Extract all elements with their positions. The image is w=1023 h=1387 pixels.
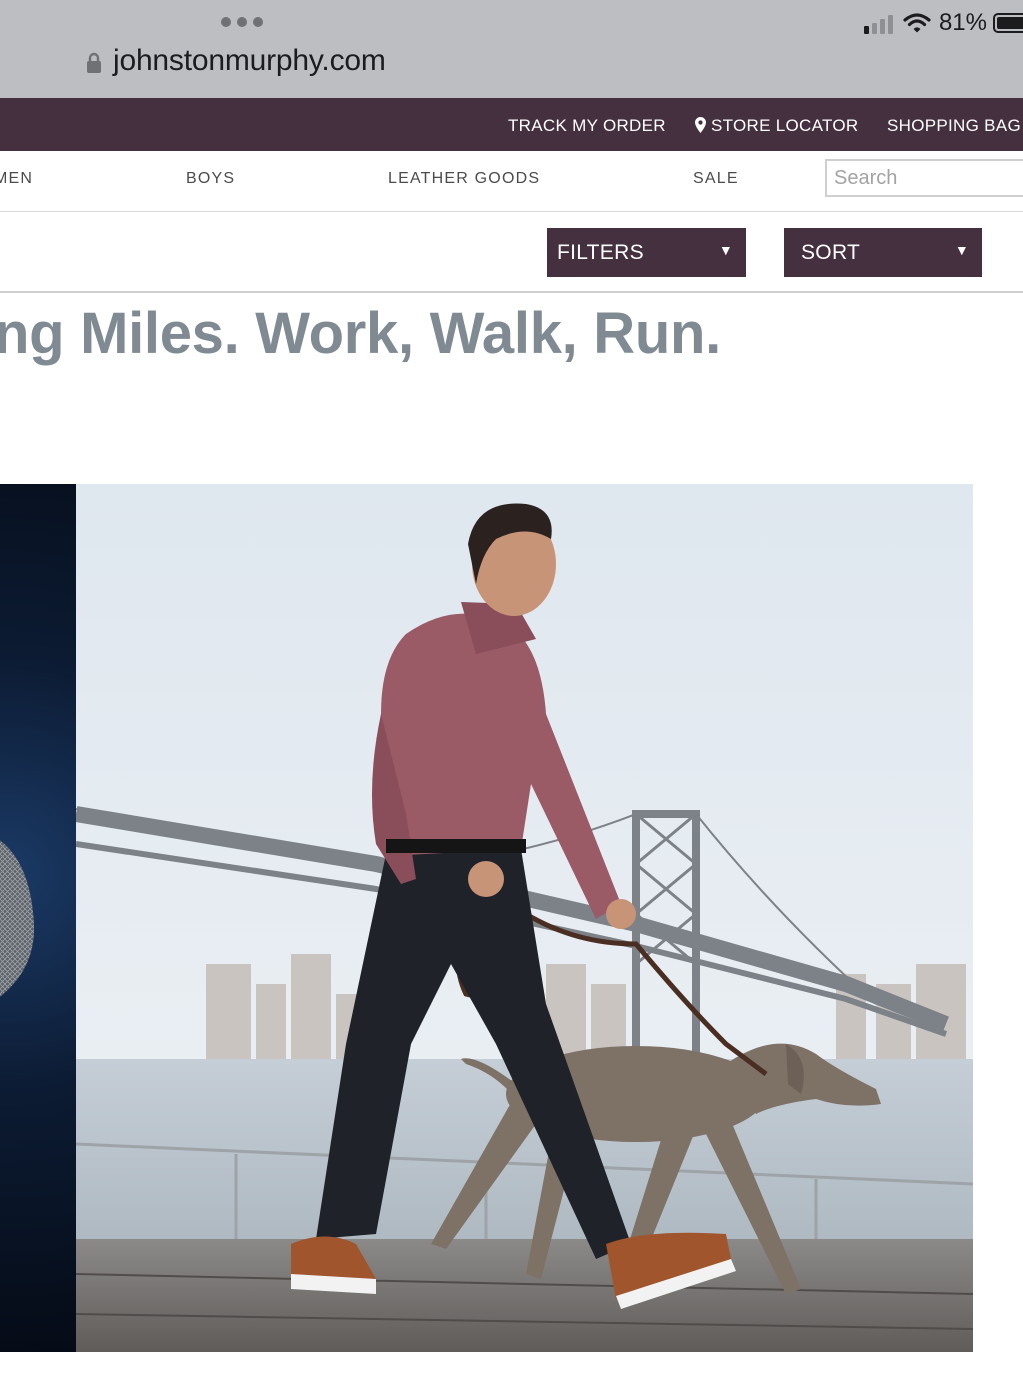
nav-item-boys[interactable]: BOYS	[186, 170, 235, 188]
store-locator-label: STORE LOCATOR	[711, 116, 859, 135]
caret-down-icon: ▼	[718, 242, 733, 258]
browser-toolbar: johnstonmurphy.com 81%	[0, 0, 1023, 98]
search-input[interactable]	[825, 159, 1023, 197]
wifi-icon	[903, 13, 931, 33]
product-image-partial[interactable]	[0, 484, 76, 1352]
hero-headline: ng Miles. Work, Walk, Run.	[0, 301, 721, 366]
battery-icon	[993, 13, 1023, 33]
shoe-fragment-graphic	[0, 840, 35, 997]
map-pin-icon	[695, 117, 706, 133]
filter-sort-bar: FILTERS ▼ SORT ▼	[0, 212, 1023, 293]
battery-percent: 81%	[938, 9, 987, 36]
filters-dropdown[interactable]: FILTERS ▼	[547, 228, 746, 277]
utility-nav: TRACK MY ORDER STORE LOCATOR SHOPPING BA…	[0, 98, 1023, 151]
caret-down-icon: ▼	[954, 242, 969, 258]
filters-label: FILTERS	[557, 241, 644, 264]
main-nav: MEN BOYS LEATHER GOODS SALE	[0, 151, 1023, 212]
shopping-bag-link[interactable]: SHOPPING BAG	[887, 116, 1021, 136]
hero-illustration	[76, 484, 973, 1352]
store-locator-link[interactable]: STORE LOCATOR	[695, 116, 859, 136]
url-text[interactable]: johnstonmurphy.com	[113, 44, 386, 78]
track-order-link[interactable]: TRACK MY ORDER	[508, 116, 666, 136]
status-bar: 81%	[863, 8, 1023, 38]
hero-image-man-walking-dog[interactable]	[76, 484, 973, 1352]
nav-item-sale[interactable]: SALE	[693, 170, 739, 188]
sort-label: SORT	[801, 241, 861, 264]
ellipsis-icon[interactable]	[221, 17, 263, 27]
signal-icon	[863, 12, 893, 34]
nav-item-leather-goods[interactable]: LEATHER GOODS	[388, 170, 540, 188]
sort-dropdown[interactable]: SORT ▼	[784, 228, 982, 277]
lock-icon	[87, 52, 101, 73]
nav-item-men[interactable]: MEN	[0, 170, 33, 188]
